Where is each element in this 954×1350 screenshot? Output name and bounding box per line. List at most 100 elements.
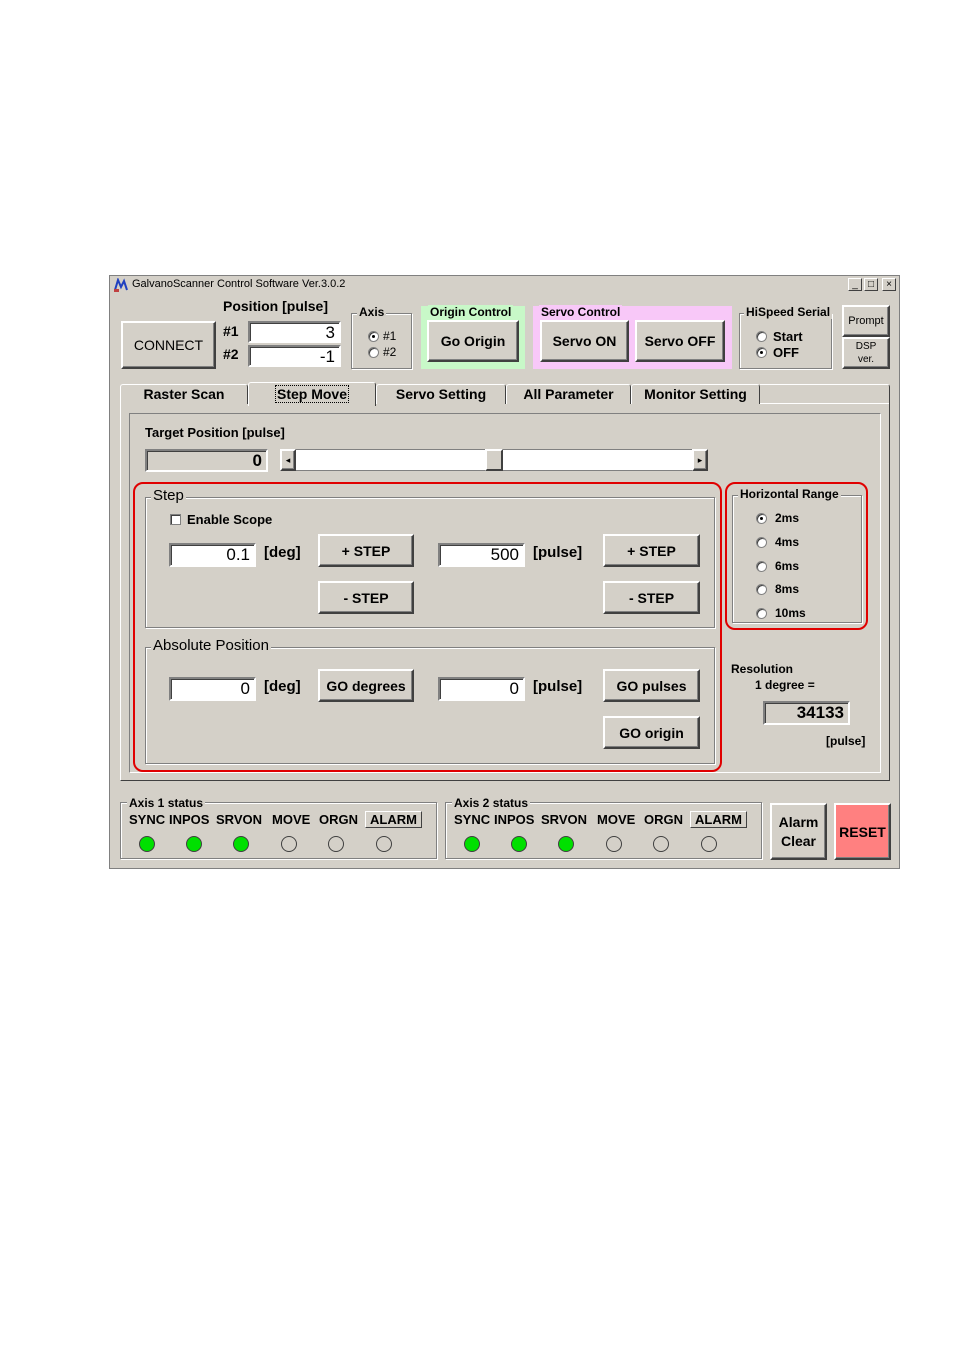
axis2-label-orgn: ORGN: [644, 812, 683, 827]
position-2-label: #2: [223, 346, 239, 362]
enable-scope-checkbox[interactable]: [170, 514, 181, 525]
horizontal-range-radio-3[interactable]: [756, 584, 767, 595]
step-deg-plus-button[interactable]: + STEP: [318, 534, 414, 567]
prompt-button[interactable]: Prompt: [842, 305, 890, 337]
horizontal-range-label-1: 4ms: [775, 535, 800, 549]
axis2-led-inpos: [511, 836, 527, 852]
dsp-label-line2: ver.: [857, 354, 875, 365]
dsp-version-button[interactable]: DSP ver.: [842, 337, 890, 369]
step-group-title: Step: [151, 487, 186, 504]
axis2-led-orgn: [653, 836, 669, 852]
axis2-label-sync: SYNC: [454, 812, 491, 827]
horizontal-range-label-3: 8ms: [775, 582, 800, 596]
step-pulse-input[interactable]: 500: [438, 543, 525, 567]
axis2-led-move: [606, 836, 622, 852]
axis2-label-srvon: SRVON: [541, 812, 587, 827]
axis1-label-sync: SYNC: [129, 812, 166, 827]
tab-step-move[interactable]: Step Move: [248, 382, 376, 406]
hispeed-serial-title: HiSpeed Serial: [744, 305, 833, 319]
go-degrees-button[interactable]: GO degrees: [318, 669, 414, 702]
axis2-led-alarm: [701, 836, 717, 852]
axis1-label-move: MOVE: [272, 812, 311, 827]
axis1-label-srvon: SRVON: [216, 812, 262, 827]
app-window: GalvanoScanner Control Software Ver.3.0.…: [109, 275, 900, 869]
go-origin-top-button[interactable]: Go Origin: [427, 320, 519, 362]
title-bar[interactable]: GalvanoScanner Control Software Ver.3.0.…: [110, 276, 899, 295]
hispeed-off-label: OFF: [773, 345, 799, 360]
horizontal-range-radio-4[interactable]: [756, 608, 767, 619]
horizontal-range-radio-1[interactable]: [756, 537, 767, 548]
minimize-button[interactable]: _: [848, 278, 862, 291]
axis2-led-srvon: [558, 836, 574, 852]
hispeed-off-radio[interactable]: [756, 347, 767, 358]
step-deg-input[interactable]: 0.1: [169, 543, 256, 567]
absolute-pulse-unit: [pulse]: [533, 678, 583, 695]
axis1-led-sync: [139, 836, 155, 852]
tab-servo-setting[interactable]: Servo Setting: [376, 384, 506, 404]
position-1-value: 3: [248, 321, 341, 343]
step-deg-minus-button[interactable]: - STEP: [318, 581, 414, 614]
servo-off-button[interactable]: Servo OFF: [635, 320, 725, 362]
axis-2-radio[interactable]: [368, 347, 379, 358]
axis-1-label: #1: [383, 329, 397, 343]
absolute-pulse-input[interactable]: 0: [438, 677, 525, 701]
servo-on-button[interactable]: Servo ON: [540, 320, 629, 362]
go-pulses-button[interactable]: GO pulses: [603, 669, 700, 702]
horizontal-range-radio-0[interactable]: [756, 513, 767, 524]
step-pulse-plus-button[interactable]: + STEP: [603, 534, 700, 567]
axis1-label-orgn: ORGN: [319, 812, 358, 827]
horizontal-range-label-0: 2ms: [775, 511, 800, 525]
axis-group: [351, 313, 412, 369]
axis1-led-move: [281, 836, 297, 852]
horizontal-range-radio-2[interactable]: [756, 561, 767, 572]
axis2-led-sync: [464, 836, 480, 852]
step-pulse-minus-button[interactable]: - STEP: [603, 581, 700, 614]
step-deg-unit: [deg]: [264, 544, 301, 561]
resolution-value: 34133: [763, 701, 850, 725]
dsp-label-line1: DSP: [855, 341, 877, 352]
go-origin-button[interactable]: GO origin: [603, 716, 700, 749]
axis2-label-inpos: INPOS: [494, 812, 535, 827]
position-2-value: -1: [248, 345, 341, 367]
reset-button[interactable]: RESET: [834, 803, 891, 860]
position-label: Position [pulse]: [223, 298, 328, 314]
horizontal-range-label-4: 10ms: [775, 606, 806, 620]
axis-2-label: #2: [383, 345, 397, 359]
axis1-led-srvon: [233, 836, 249, 852]
alarm-clear-button[interactable]: Alarm Clear: [770, 803, 827, 860]
slider-right-arrow[interactable]: ▸: [692, 449, 708, 471]
resolution-sub-label: 1 degree =: [755, 678, 815, 692]
absolute-deg-unit: [deg]: [264, 678, 301, 695]
axis2-label-alarm[interactable]: ALARM: [690, 811, 747, 828]
absolute-deg-input[interactable]: 0: [169, 677, 256, 701]
axis1-status-title: Axis 1 status: [127, 796, 206, 810]
tab-all-parameter[interactable]: All Parameter: [506, 384, 631, 404]
window-title: GalvanoScanner Control Software Ver.3.0.…: [132, 278, 346, 290]
slider-left-arrow[interactable]: ◂: [280, 449, 296, 471]
position-1-label: #1: [223, 323, 239, 339]
axis1-led-alarm: [376, 836, 392, 852]
hispeed-start-radio[interactable]: [756, 331, 767, 342]
hispeed-start-label: Start: [773, 329, 803, 344]
app-icon: [114, 278, 128, 292]
slider-thumb[interactable]: [485, 449, 503, 471]
close-button[interactable]: ×: [882, 278, 896, 291]
alarm-clear-line2: Clear: [780, 832, 817, 849]
tab-monitor-setting[interactable]: Monitor Setting: [631, 384, 760, 404]
horizontal-range-title: Horizontal Range: [738, 487, 841, 501]
connect-button[interactable]: CONNECT: [121, 321, 216, 369]
maximize-button[interactable]: □: [864, 278, 878, 291]
tab-raster-scan[interactable]: Raster Scan: [120, 384, 248, 404]
step-pulse-unit: [pulse]: [533, 544, 583, 561]
axis-1-radio[interactable]: [368, 331, 379, 342]
target-position-value: 0: [145, 449, 268, 472]
origin-control-title: Origin Control: [428, 305, 514, 319]
servo-control-title: Servo Control: [539, 305, 623, 319]
resolution-label: Resolution: [731, 662, 793, 676]
axis2-status-title: Axis 2 status: [452, 796, 531, 810]
axis1-label-inpos: INPOS: [169, 812, 210, 827]
tab-step-move-label: Step Move: [274, 385, 349, 403]
axis1-label-alarm[interactable]: ALARM: [365, 811, 422, 828]
absolute-position-title: Absolute Position: [151, 637, 271, 654]
horizontal-range-label-2: 6ms: [775, 559, 800, 573]
